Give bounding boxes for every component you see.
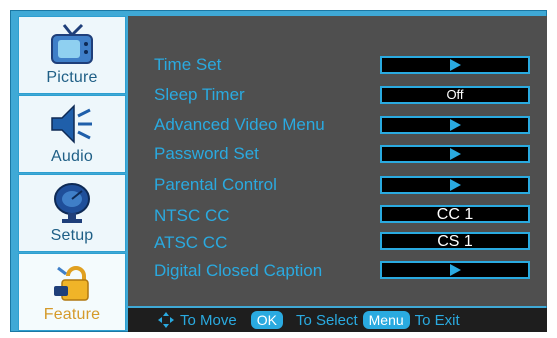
atsc-cc-value[interactable]: CS 1 (380, 232, 530, 250)
advanced-video-box[interactable] (380, 116, 530, 134)
tab-label: Setup (50, 227, 94, 244)
tab-audio[interactable]: Audio (18, 95, 126, 173)
tab-label: Feature (43, 306, 101, 323)
arrow-right-icon (449, 59, 461, 71)
menu-key: Menu (362, 311, 410, 329)
digital-cc-box[interactable] (380, 261, 530, 279)
arrow-right-icon (449, 148, 461, 160)
menu-label-atsc-cc[interactable]: ATSC CC (154, 233, 227, 253)
password-set-box[interactable] (380, 145, 530, 163)
parental-control-box[interactable] (380, 176, 530, 194)
tab-label: Picture (46, 69, 98, 86)
speaker-icon (51, 104, 92, 144)
move-hint: To Move (180, 311, 237, 329)
tab-picture[interactable]: Picture (18, 16, 126, 94)
help-bar: To Move OK To Select Menu To Exit (128, 308, 547, 332)
satellite-dish-icon (54, 183, 90, 223)
menu-label-time-set[interactable]: Time Set (154, 55, 221, 75)
arrow-right-icon (449, 179, 461, 191)
select-hint: To Select (295, 311, 358, 329)
tv-icon (51, 23, 93, 64)
menu-label-sleep-timer[interactable]: Sleep Timer (154, 85, 245, 105)
menu-label-digital-cc[interactable]: Digital Closed Caption (154, 261, 322, 281)
menu-label-parental-control[interactable]: Parental Control (154, 175, 277, 195)
ntsc-cc-value[interactable]: CC 1 (380, 205, 530, 223)
sidebar: Picture Audio Setup Feature (18, 16, 126, 332)
lock-feature-icon (54, 266, 89, 301)
time-set-box[interactable] (380, 56, 530, 74)
arrow-right-icon (449, 264, 461, 276)
sleep-timer-value[interactable]: Off (380, 86, 530, 104)
menu-label-advanced-video[interactable]: Advanced Video Menu (154, 115, 325, 135)
exit-hint: To Exit (414, 311, 460, 329)
menu-label-ntsc-cc[interactable]: NTSC CC (154, 206, 230, 226)
feature-menu-panel: Time Set Sleep Timer Off Advanced Video … (128, 16, 547, 306)
tab-label: Audio (51, 148, 93, 165)
tab-setup[interactable]: Setup (18, 174, 126, 252)
tab-feature[interactable]: Feature (18, 253, 126, 331)
menu-label-password-set[interactable]: Password Set (154, 144, 259, 164)
dpad-icon (158, 312, 174, 328)
arrow-right-icon (449, 119, 461, 131)
ok-key: OK (250, 311, 283, 329)
